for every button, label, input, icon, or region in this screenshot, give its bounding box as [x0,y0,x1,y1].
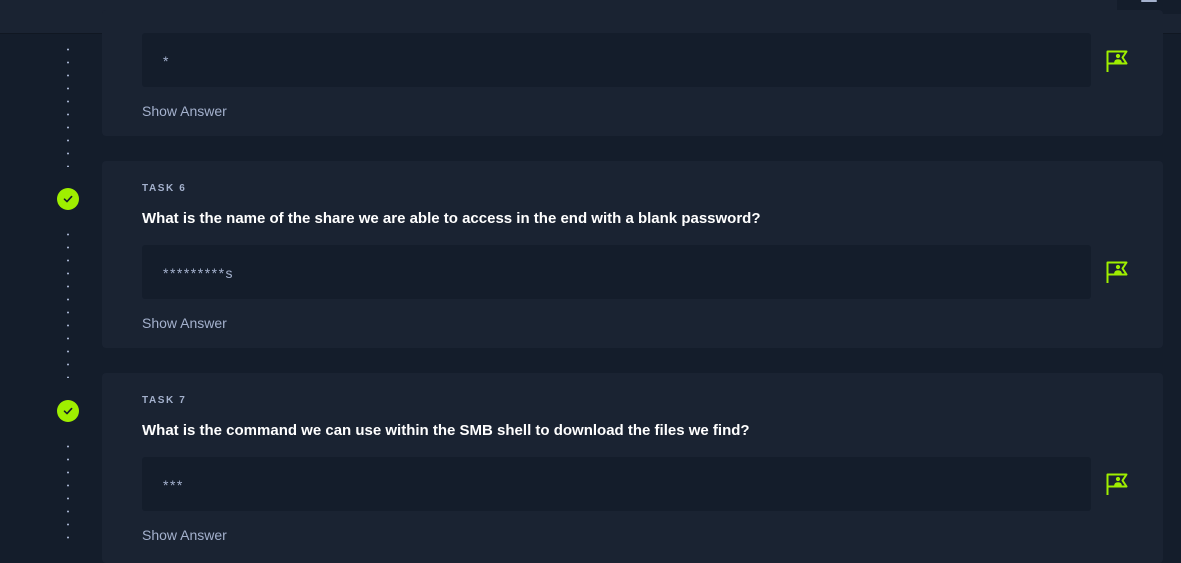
submit-flag-icon[interactable] [1104,259,1130,285]
timeline-connector [67,43,69,167]
answer-mask: *** [163,477,184,493]
menu-icon [1141,0,1157,2]
timeline-connector [67,228,69,378]
answer-mask: *********s [163,265,235,281]
show-answer-link[interactable]: Show Answer [142,527,227,543]
show-answer-link[interactable]: Show Answer [142,315,227,331]
task-card: TASK 7 What is the command we can use wi… [102,373,1163,563]
answer-mask: * [163,53,170,69]
timeline-connector [67,440,69,548]
task-7-complete-check-icon [57,400,79,422]
answer-field[interactable]: * [142,33,1091,87]
submit-flag-icon[interactable] [1104,471,1130,497]
task-card: TASK 6 What is the name of the share we … [102,161,1163,348]
answer-field[interactable]: *********s [142,245,1091,299]
task-timeline [0,34,100,548]
answer-field[interactable]: *** [142,457,1091,511]
show-answer-link[interactable]: Show Answer [142,103,227,119]
task-6-complete-check-icon [57,188,79,210]
task-question: What is the name of the share we are abl… [142,210,761,227]
task-question: What is the command we can use within th… [142,422,750,439]
task-label: TASK 7 [142,395,187,406]
task-card: * Show Answer [102,10,1163,136]
submit-flag-icon[interactable] [1104,48,1130,74]
task-label: TASK 6 [142,183,187,194]
